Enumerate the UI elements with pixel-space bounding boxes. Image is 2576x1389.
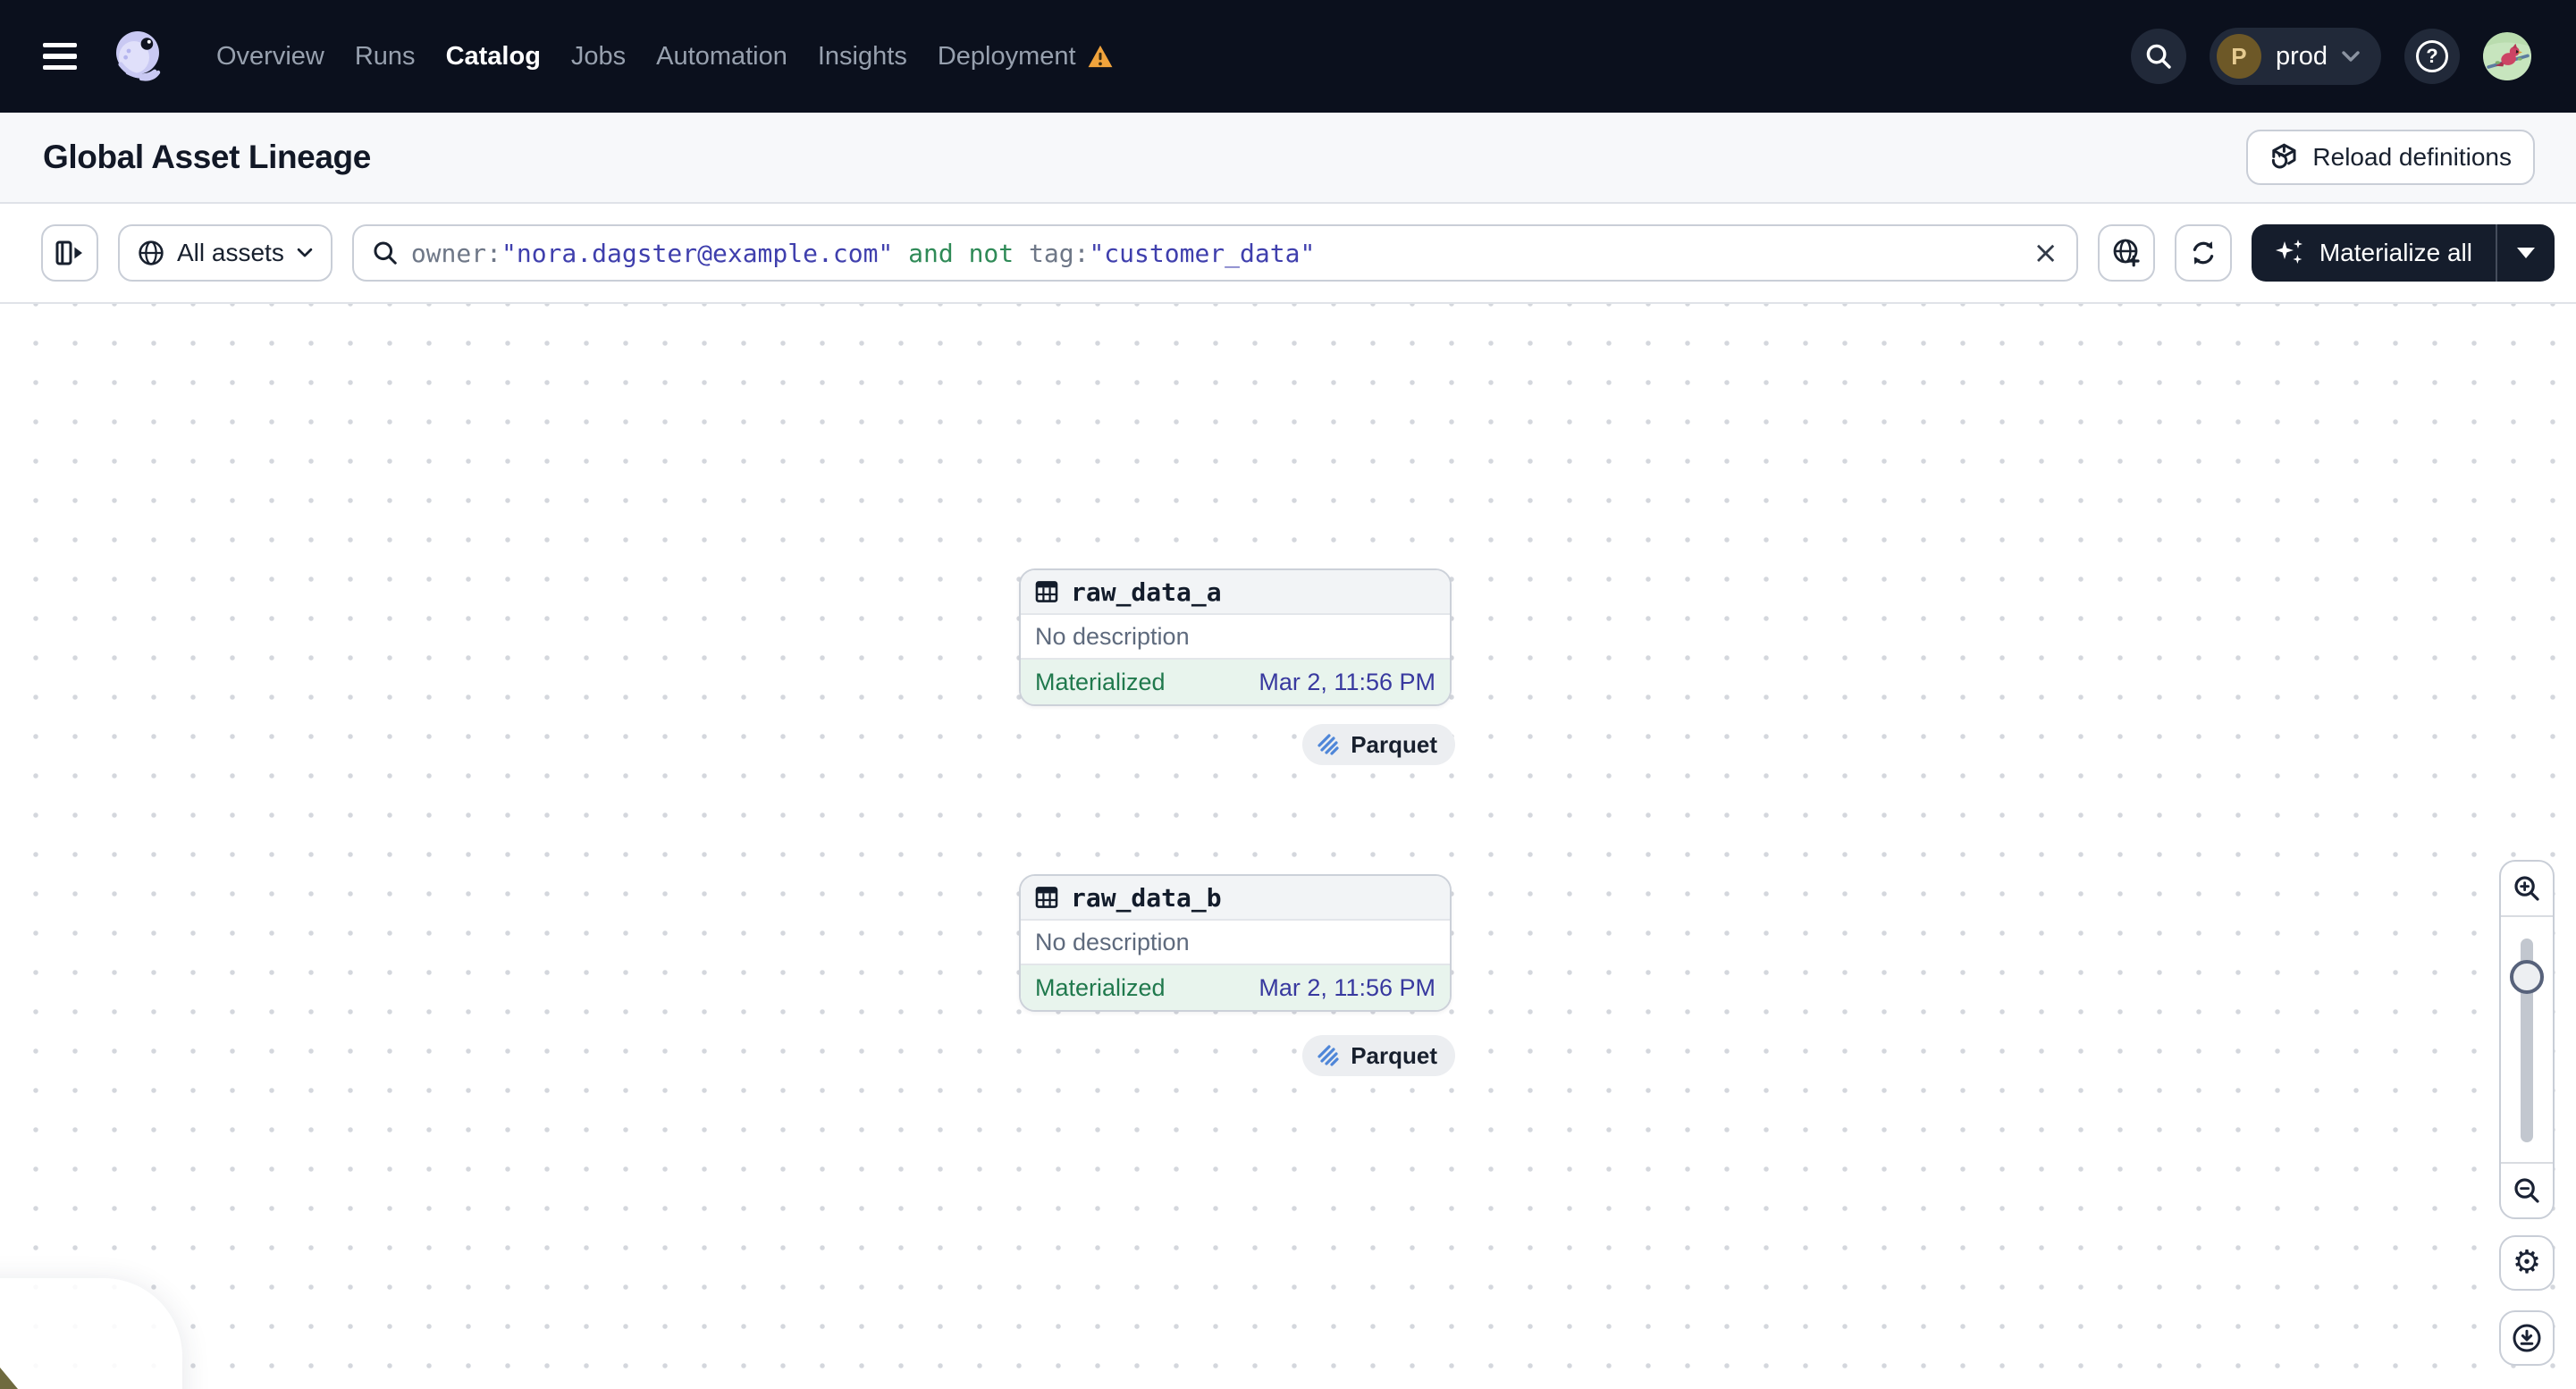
sparkles-icon bbox=[2275, 240, 2302, 264]
filter-query-text[interactable]: owner:"nora.dagster@example.com" and not… bbox=[411, 239, 2021, 268]
hamburger-menu-icon[interactable] bbox=[43, 43, 77, 70]
primary-nav: Overview Runs Catalog Jobs Automation In… bbox=[216, 42, 1114, 72]
materialized-status: Materialized bbox=[1035, 668, 1166, 695]
materialize-all-split-button: Materialize all bbox=[2251, 224, 2555, 282]
zoom-slider-handle[interactable] bbox=[2510, 960, 2544, 994]
lineage-toolbar: All assets owner:"nora.dagster@example.c… bbox=[0, 204, 2576, 304]
dagster-app: Overview Runs Catalog Jobs Automation In… bbox=[0, 0, 2576, 1389]
compute-kind-label: Parquet bbox=[1351, 1041, 1437, 1069]
deployment-avatar: P bbox=[2216, 34, 2261, 79]
global-search-button[interactable] bbox=[2130, 29, 2186, 84]
asset-node-raw-data-a[interactable]: raw_data_a No description Materialized M… bbox=[1019, 568, 1452, 706]
asset-node-header[interactable]: raw_data_a bbox=[1021, 570, 1450, 615]
materialization-timestamp[interactable]: Mar 2, 11:56 PM bbox=[1259, 974, 1435, 1002]
refresh-graph-button[interactable] bbox=[2174, 224, 2232, 282]
asset-status-bar: Materialized Mar 2, 11:56 PM bbox=[1021, 965, 1450, 1010]
asset-node-header[interactable]: raw_data_b bbox=[1021, 876, 1450, 921]
asset-description: No description bbox=[1021, 615, 1450, 660]
materialized-status: Materialized bbox=[1035, 973, 1166, 1001]
zoom-out-icon bbox=[2514, 1178, 2539, 1203]
nav-item-automation[interactable]: Automation bbox=[656, 42, 787, 72]
chevron-down-icon bbox=[2342, 51, 2360, 62]
asset-status-bar: Materialized Mar 2, 11:56 PM bbox=[1021, 660, 1450, 704]
search-icon bbox=[374, 241, 397, 265]
asset-description: No description bbox=[1021, 921, 1450, 965]
asset-filter-input[interactable]: owner:"nora.dagster@example.com" and not… bbox=[351, 224, 2078, 282]
download-graph-button[interactable] bbox=[2499, 1310, 2555, 1366]
asset-title: raw_data_b bbox=[1071, 882, 1222, 913]
compute-kind-badge-parquet[interactable]: Parquet bbox=[1302, 1035, 1455, 1076]
asset-scope-label: All assets bbox=[177, 239, 284, 266]
table-icon bbox=[1035, 887, 1058, 908]
minimap-panel-corner bbox=[0, 1278, 182, 1389]
asset-badge-row: Parquet bbox=[1019, 1035, 1455, 1076]
nav-right-cluster: P prod ? bbox=[2130, 28, 2531, 85]
materialize-options-button[interactable] bbox=[2497, 224, 2555, 282]
query-value-token: "customer_data" bbox=[1089, 238, 1316, 268]
help-button[interactable]: ? bbox=[2404, 29, 2460, 84]
deployment-switcher[interactable]: P prod bbox=[2209, 28, 2381, 85]
clear-filter-button[interactable]: × bbox=[2033, 238, 2058, 268]
compute-kind-label: Parquet bbox=[1351, 730, 1437, 758]
zoom-out-button[interactable] bbox=[2501, 1164, 2553, 1217]
warning-triangle-icon bbox=[1088, 45, 1113, 68]
asset-scope-dropdown[interactable]: All assets bbox=[118, 224, 333, 282]
top-nav: Overview Runs Catalog Jobs Automation In… bbox=[0, 0, 2576, 113]
page-title: Global Asset Lineage bbox=[43, 139, 371, 175]
query-field-token: tag: bbox=[1029, 238, 1090, 268]
open-asset-sidebar-button[interactable] bbox=[41, 224, 98, 282]
zoom-slider[interactable] bbox=[2501, 915, 2553, 1164]
reload-definitions-button[interactable]: Reload definitions bbox=[2246, 130, 2535, 185]
gear-icon: ⚙ bbox=[2512, 1244, 2542, 1281]
dagster-logo-icon[interactable] bbox=[107, 26, 168, 87]
zoom-in-button[interactable] bbox=[2501, 862, 2553, 915]
question-mark-icon: ? bbox=[2416, 40, 2448, 72]
globe-add-icon bbox=[2113, 239, 2140, 267]
nav-item-insights[interactable]: Insights bbox=[818, 42, 907, 72]
nav-item-catalog[interactable]: Catalog bbox=[446, 42, 541, 72]
query-keyword-token: and not bbox=[893, 238, 1029, 268]
materialization-timestamp[interactable]: Mar 2, 11:56 PM bbox=[1259, 669, 1435, 696]
parquet-logo-icon bbox=[1317, 734, 1339, 755]
nav-item-deployment-label[interactable]: Deployment bbox=[938, 42, 1076, 72]
zoom-control bbox=[2499, 860, 2555, 1219]
compute-kind-badge-parquet[interactable]: Parquet bbox=[1302, 724, 1455, 765]
lineage-canvas[interactable]: raw_data_a No description Materialized M… bbox=[0, 304, 2576, 1389]
user-avatar[interactable] bbox=[2483, 32, 2531, 80]
asset-node-raw-data-b[interactable]: raw_data_b No description Materialized M… bbox=[1019, 874, 1452, 1012]
nav-item-runs[interactable]: Runs bbox=[355, 42, 416, 72]
materialize-all-label: Materialize all bbox=[2319, 239, 2472, 266]
query-field-token: owner: bbox=[410, 238, 501, 268]
deployment-name: prod bbox=[2275, 41, 2328, 71]
asset-badge-row: Parquet bbox=[1019, 724, 1455, 765]
nav-item-jobs[interactable]: Jobs bbox=[571, 42, 626, 72]
query-value-token: "nora.dagster@example.com" bbox=[501, 238, 894, 268]
nav-item-deployment[interactable]: Deployment bbox=[938, 42, 1114, 72]
table-icon bbox=[1035, 581, 1058, 602]
panel-expand-icon bbox=[55, 240, 82, 265]
download-icon bbox=[2513, 1324, 2541, 1352]
page-header: Global Asset Lineage Reload definitions bbox=[0, 113, 2576, 204]
graph-settings-button[interactable]: ⚙ bbox=[2499, 1235, 2555, 1291]
asset-title: raw_data_a bbox=[1071, 577, 1222, 607]
reload-definitions-label: Reload definitions bbox=[2312, 143, 2512, 171]
reload-definitions-icon bbox=[2272, 143, 2296, 169]
zoom-in-icon bbox=[2514, 876, 2539, 901]
nav-item-overview[interactable]: Overview bbox=[216, 42, 324, 72]
caret-down-icon bbox=[2517, 248, 2535, 258]
materialize-all-button[interactable]: Materialize all bbox=[2252, 224, 2496, 282]
search-icon bbox=[2146, 44, 2171, 69]
chevron-down-icon bbox=[297, 248, 313, 257]
globe-icon bbox=[139, 240, 164, 265]
cardinal-bird-avatar-icon bbox=[2483, 32, 2531, 80]
refresh-icon bbox=[2193, 241, 2214, 265]
filter-to-global-button[interactable] bbox=[2097, 224, 2155, 282]
parquet-logo-icon bbox=[1317, 1045, 1339, 1066]
